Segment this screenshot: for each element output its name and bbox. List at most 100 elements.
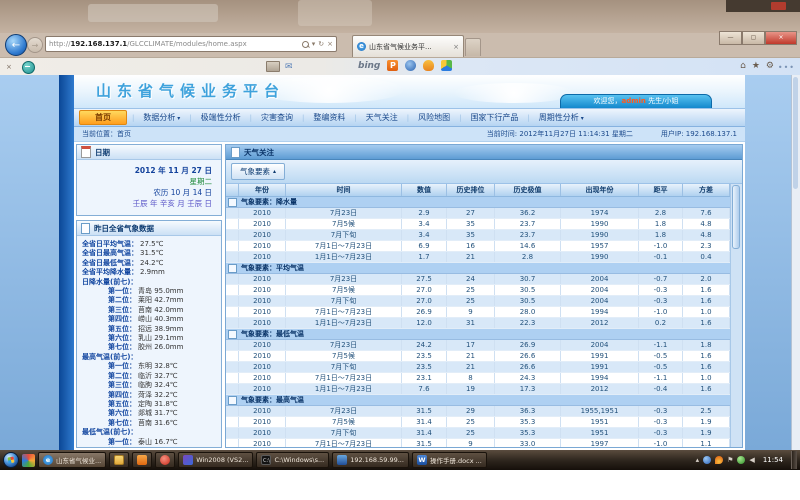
checkbox-icon[interactable]	[228, 396, 237, 405]
envelope-icon[interactable]: ✉	[285, 62, 293, 72]
table-row[interactable]: 20107月下旬3.43523.719901.84.8	[226, 230, 730, 241]
nav-item-0[interactable]: 首页	[79, 110, 127, 125]
table-cell: 7月1日～7月23日	[286, 307, 402, 317]
new-tab-button[interactable]	[465, 38, 481, 56]
table-row[interactable]: 20107月下旬23.52126.61991-0.51.6	[226, 362, 730, 373]
table-row[interactable]: 20107月5候23.52126.61991-0.51.6	[226, 351, 730, 362]
row-selector-cell	[226, 241, 239, 251]
task-button-word[interactable]: W操作手册.docx ...	[412, 452, 487, 468]
nav-item-1[interactable]: 数据分析 ▾	[134, 112, 189, 123]
volume-icon[interactable]: ◀	[749, 457, 754, 464]
table-scrollbar[interactable]	[730, 184, 742, 447]
toolbar-community-icon[interactable]	[441, 60, 452, 71]
calendar-icon	[81, 146, 91, 158]
table-row[interactable]: 20107月1日～7月23日31.5933.01997-1.01.1	[226, 439, 730, 447]
action-center-flag-icon[interactable]: ⚑	[727, 457, 733, 464]
chevron-down-icon[interactable]: ▾	[312, 40, 316, 48]
toolbar-camera-icon[interactable]	[405, 60, 416, 71]
table-group-row[interactable]: 气象要素：最低气温	[226, 329, 730, 340]
table-row[interactable]: 20107月23日27.52430.72004-0.72.0	[226, 274, 730, 285]
table-cell: 26.9	[402, 307, 447, 317]
table-row[interactable]: 20101月1日～7月23日12.03122.320120.21.6	[226, 318, 730, 329]
address-bar[interactable]: http://192.168.137.1/GLCCLIMATE/modules/…	[45, 36, 337, 52]
table-cell: 1957	[561, 241, 639, 251]
table-row[interactable]: 20101月1日～7月23日1.7212.81990-0.10.4	[226, 252, 730, 263]
network-icon[interactable]	[703, 456, 711, 464]
date-line: 2012 年 11 月 27 日	[77, 165, 212, 176]
checkbox-icon[interactable]	[228, 198, 237, 207]
table-group-row[interactable]: 气象要素：平均气温	[226, 263, 730, 274]
back-button[interactable]: ←	[5, 34, 27, 56]
table-row[interactable]: 20107月下旬31.42535.31951-0.31.9	[226, 428, 730, 439]
flame-icon[interactable]	[715, 456, 723, 464]
close-button[interactable]: ×	[765, 31, 797, 45]
table-row[interactable]: 20101月1日～7月23日7.61917.32012-0.41.6	[226, 384, 730, 395]
task-button-rdp[interactable]: 192.168.59.99...	[332, 452, 409, 468]
element-filter-button[interactable]: 气象要素 ▴	[231, 163, 285, 180]
table-row[interactable]: 20107月23日24.21726.92004-1.11.8	[226, 340, 730, 351]
table-row[interactable]: 20107月5候31.42535.31951-0.31.9	[226, 417, 730, 428]
table-group-row[interactable]: 气象要素：最高气温	[226, 395, 730, 406]
page-scrollbar[interactable]	[791, 75, 800, 450]
quick-launch-icon[interactable]	[22, 454, 35, 467]
nav-item-3[interactable]: 灾害查询	[252, 112, 302, 123]
browser-tab[interactable]: e 山东省气候业务平... ×	[352, 35, 464, 57]
table-row[interactable]: 20107月23日2.92736.219742.87.6	[226, 208, 730, 219]
home-icon[interactable]: ⌂	[740, 61, 746, 71]
table-group-row[interactable]: 气象要素：降水量	[226, 197, 730, 208]
toolbar-close-icon[interactable]: ×	[6, 63, 12, 71]
task-button-vs[interactable]: Win2008 (VS2...	[178, 452, 253, 468]
webslice-icon[interactable]	[22, 61, 35, 74]
bing-logo[interactable]: bing	[358, 61, 380, 71]
table-row[interactable]: 20107月1日～7月23日23.1824.31994-1.11.0	[226, 373, 730, 384]
rank-row: 第四位：崂山 40.3mm	[82, 315, 218, 324]
gear-icon[interactable]: ⚙	[766, 61, 774, 71]
task-button-folder[interactable]	[109, 452, 129, 468]
tab-close-icon[interactable]: ×	[453, 43, 459, 51]
toolbar-p-icon[interactable]: P	[387, 60, 398, 71]
stop-icon[interactable]: ×	[327, 40, 333, 48]
refresh-icon[interactable]: ↻	[318, 40, 324, 48]
nav-item-8[interactable]: 周期性分析 ▾	[530, 112, 593, 123]
scrollbar-thumb[interactable]	[732, 185, 740, 249]
nav-item-2[interactable]: 极端性分析	[192, 112, 250, 123]
table-row[interactable]: 20107月1日～7月23日26.9928.01994-1.01.0	[226, 307, 730, 318]
station-value: 崂山 40.3mm	[138, 315, 183, 324]
station-value: 胶州 26.0mm	[138, 343, 183, 352]
table-cell: 1.1	[683, 439, 730, 447]
task-button-app-orange[interactable]	[132, 452, 152, 468]
table-cell: 7月5候	[286, 351, 402, 361]
page-scrollbar-thumb[interactable]	[793, 77, 798, 189]
table-row[interactable]: 20107月下旬27.02530.52004-0.31.6	[226, 296, 730, 307]
table-cell: 2010	[239, 230, 286, 240]
task-button-ie[interactable]: e山东省气候业...	[38, 452, 106, 468]
card-reader-icon[interactable]	[266, 61, 280, 72]
table-cell: 36.3	[495, 406, 561, 416]
show-hidden-icons[interactable]: ▴	[696, 457, 700, 464]
forward-button[interactable]: →	[27, 37, 43, 53]
more-icon[interactable]: •••	[778, 63, 795, 72]
table-row[interactable]: 20107月5候3.43523.719901.84.8	[226, 219, 730, 230]
nav-item-5[interactable]: 天气关注	[357, 112, 407, 123]
favorites-star-icon[interactable]: ★	[752, 61, 760, 71]
nav-item-6[interactable]: 风险地图	[409, 112, 459, 123]
checkbox-icon[interactable]	[228, 264, 237, 273]
nav-item-4[interactable]: 整编资料	[304, 112, 354, 123]
search-icon[interactable]	[302, 41, 309, 48]
table-row[interactable]: 20107月5候27.02530.52004-0.31.6	[226, 285, 730, 296]
table-row[interactable]: 20107月23日31.52936.31955,1951-0.32.5	[226, 406, 730, 417]
sync-icon[interactable]	[737, 456, 745, 464]
minimize-button[interactable]: —	[719, 31, 742, 45]
toolbar-paw-icon[interactable]	[423, 60, 434, 71]
taskbar-clock[interactable]: 11:54	[759, 456, 787, 464]
nav-item-7[interactable]: 国家下行产品	[461, 112, 527, 123]
maximize-button[interactable]: ▢	[742, 31, 765, 45]
table-cell: 1.8	[639, 230, 683, 240]
current-time: 当前时间: 2012年11月27日 11:14:31 星期二	[487, 129, 633, 139]
show-desktop-button[interactable]	[791, 451, 797, 469]
task-button-media[interactable]	[155, 452, 175, 468]
start-button[interactable]	[3, 452, 19, 468]
task-button-cmd[interactable]: C:\C:\Windows\s...	[256, 452, 329, 468]
checkbox-icon[interactable]	[228, 330, 237, 339]
table-row[interactable]: 20107月1日～7月23日6.91614.61957-1.02.3	[226, 241, 730, 252]
